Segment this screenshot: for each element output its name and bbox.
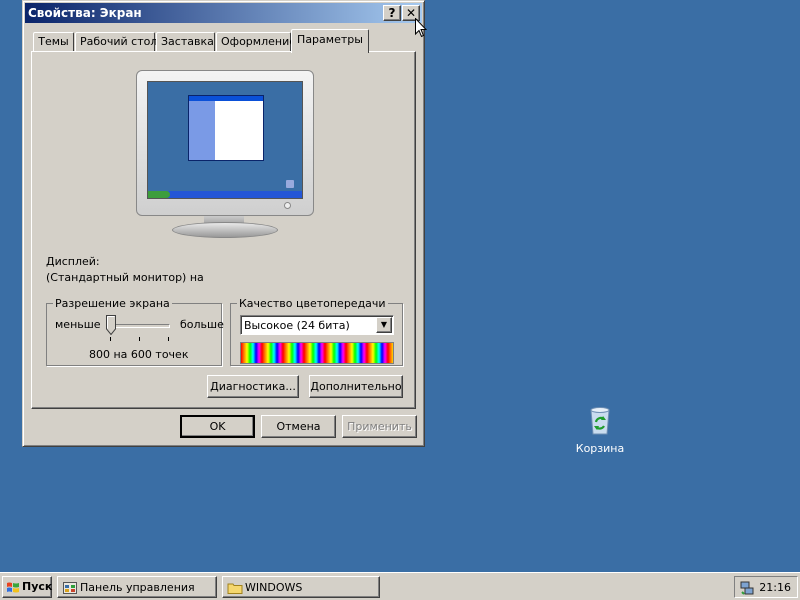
less-label: меньше xyxy=(55,318,101,331)
taskbar-item-control-panel[interactable]: Панель управления xyxy=(57,576,217,598)
preview-window xyxy=(188,95,264,161)
color-quality-value: Высокое (24 бита) xyxy=(244,319,350,332)
window-title: Свойства: Экран xyxy=(28,6,142,20)
preview-start-icon xyxy=(148,191,170,198)
monitor-base xyxy=(172,222,278,238)
recycle-bin-label: Корзина xyxy=(575,442,625,455)
resolution-value: 800 на 600 точек xyxy=(89,348,189,361)
recycle-bin-desktop-icon[interactable]: Корзина xyxy=(570,404,630,455)
resolution-slider-track[interactable] xyxy=(110,324,170,328)
system-tray: 21:16 xyxy=(734,576,798,598)
clock[interactable]: 21:16 xyxy=(759,581,791,594)
preview-recycle-icon xyxy=(286,180,294,188)
mouse-cursor-icon xyxy=(415,18,427,38)
resolution-slider-thumb[interactable] xyxy=(106,315,116,335)
title-bar[interactable]: Свойства: Экран ? ✕ xyxy=(25,3,422,23)
apply-button[interactable]: Применить xyxy=(342,415,417,438)
help-button[interactable]: ? xyxy=(383,5,401,21)
color-quality-group: Качество цветопередачи Высокое (24 бита)… xyxy=(230,297,403,366)
taskbar-item-windows-folder[interactable]: WINDOWS xyxy=(222,576,380,598)
network-icon[interactable] xyxy=(739,580,755,596)
slider-tick xyxy=(168,337,169,341)
display-value: (Стандартный монитор) на xyxy=(46,271,204,284)
cancel-button[interactable]: Отмена xyxy=(261,415,336,438)
display-label: Дисплей: xyxy=(46,255,100,268)
settings-panel: Дисплей: (Стандартный монитор) на Разреш… xyxy=(31,51,416,409)
more-label: больше xyxy=(180,318,224,331)
tab-appearance[interactable]: Оформление xyxy=(216,32,296,52)
monitor-screen xyxy=(147,81,303,199)
start-button[interactable]: Пуск xyxy=(2,576,52,598)
color-quality-select[interactable]: Высокое (24 бита) ▼ xyxy=(240,315,394,335)
tab-desktop[interactable]: Рабочий стол xyxy=(75,32,157,52)
color-spectrum-preview xyxy=(240,342,394,364)
tab-screensaver[interactable]: Заставка xyxy=(156,32,215,52)
advanced-button[interactable]: Дополнительно xyxy=(309,375,403,398)
chevron-down-icon[interactable]: ▼ xyxy=(376,317,392,333)
slider-tick xyxy=(110,337,111,341)
power-button-icon xyxy=(284,202,291,209)
resolution-group: Разрешение экрана меньше больше 800 на 6… xyxy=(46,297,224,366)
ok-button[interactable]: OK xyxy=(180,415,255,438)
slider-tick xyxy=(139,337,140,341)
tab-themes[interactable]: Темы xyxy=(33,32,74,52)
taskbar-item-label: Панель управления xyxy=(80,581,195,594)
color-quality-group-title: Качество цветопередачи xyxy=(237,297,388,310)
folder-icon xyxy=(227,583,243,594)
troubleshoot-button[interactable]: Диагностика... xyxy=(207,375,299,398)
tab-settings[interactable]: Параметры xyxy=(291,29,369,53)
start-label: Пуск xyxy=(22,580,53,593)
recycle-bin-icon xyxy=(590,407,610,435)
preview-taskbar xyxy=(148,191,302,198)
display-properties-dialog: Свойства: Экран ? ✕ Темы Рабочий стол За… xyxy=(22,0,425,447)
monitor-preview xyxy=(136,70,314,216)
resolution-group-title: Разрешение экрана xyxy=(53,297,172,310)
windows-logo-icon xyxy=(7,582,19,593)
taskbar: Пуск Панель управления WINDOWS 21:16 xyxy=(0,572,800,600)
taskbar-item-label: WINDOWS xyxy=(245,581,303,594)
control-panel-icon xyxy=(63,582,77,594)
